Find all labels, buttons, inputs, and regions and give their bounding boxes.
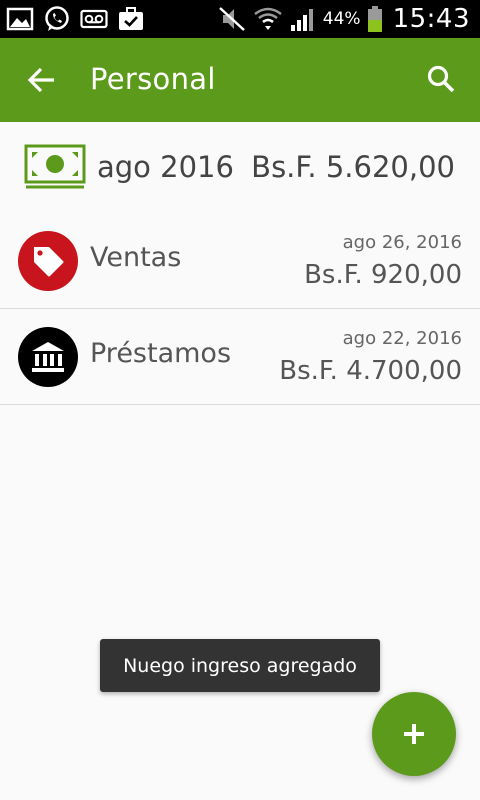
list-item[interactable]: Préstamos ago 22, 2016 Bs.F. 4.700,00 bbox=[0, 308, 480, 405]
entry-amount: Bs.F. 920,00 bbox=[304, 260, 462, 290]
list-item[interactable]: Ventas ago 26, 2016 Bs.F. 920,00 bbox=[0, 212, 480, 309]
wifi-icon bbox=[254, 7, 282, 30]
battery-icon bbox=[367, 6, 382, 32]
month-summary: ago 2016 Bs.F. 5.620,00 bbox=[0, 122, 480, 212]
entry-date: ago 22, 2016 bbox=[342, 328, 462, 349]
page-title: Personal bbox=[90, 62, 216, 96]
money-bill-icon bbox=[24, 144, 86, 189]
whatsapp-icon bbox=[45, 6, 69, 31]
summary-month: ago 2016 bbox=[97, 150, 234, 184]
notification-icons bbox=[6, 5, 145, 33]
toast-message: Nuego ingreso agregado bbox=[100, 639, 380, 692]
app-bar: Personal bbox=[0, 38, 480, 122]
entry-amount: Bs.F. 4.700,00 bbox=[279, 356, 462, 386]
add-entry-button[interactable] bbox=[372, 692, 456, 776]
bank-icon bbox=[32, 342, 64, 372]
clock: 15:43 bbox=[392, 4, 470, 34]
category-avatar bbox=[18, 327, 78, 387]
category-avatar bbox=[18, 231, 78, 291]
category-name: Ventas bbox=[90, 242, 182, 273]
summary-total: Bs.F. 5.620,00 bbox=[251, 150, 455, 184]
battery-percent: 44% bbox=[322, 9, 361, 29]
category-name: Préstamos bbox=[90, 338, 232, 369]
briefcase-check-icon bbox=[119, 7, 143, 30]
search-icon[interactable] bbox=[422, 60, 462, 100]
signal-icon bbox=[290, 9, 313, 31]
status-bar: 44% 15:43 bbox=[0, 0, 480, 38]
mute-icon bbox=[218, 7, 245, 31]
arrow-back-icon[interactable] bbox=[22, 60, 62, 100]
plus-icon bbox=[404, 724, 424, 744]
tag-icon bbox=[34, 247, 64, 277]
system-icons: 44% 15:43 bbox=[217, 4, 470, 34]
entry-date: ago 26, 2016 bbox=[342, 232, 462, 253]
image-icon bbox=[6, 7, 34, 31]
screen: 44% 15:43 Personal ago 2016 Bs.F. 5.620,… bbox=[0, 0, 480, 800]
voicemail-icon bbox=[80, 9, 108, 29]
